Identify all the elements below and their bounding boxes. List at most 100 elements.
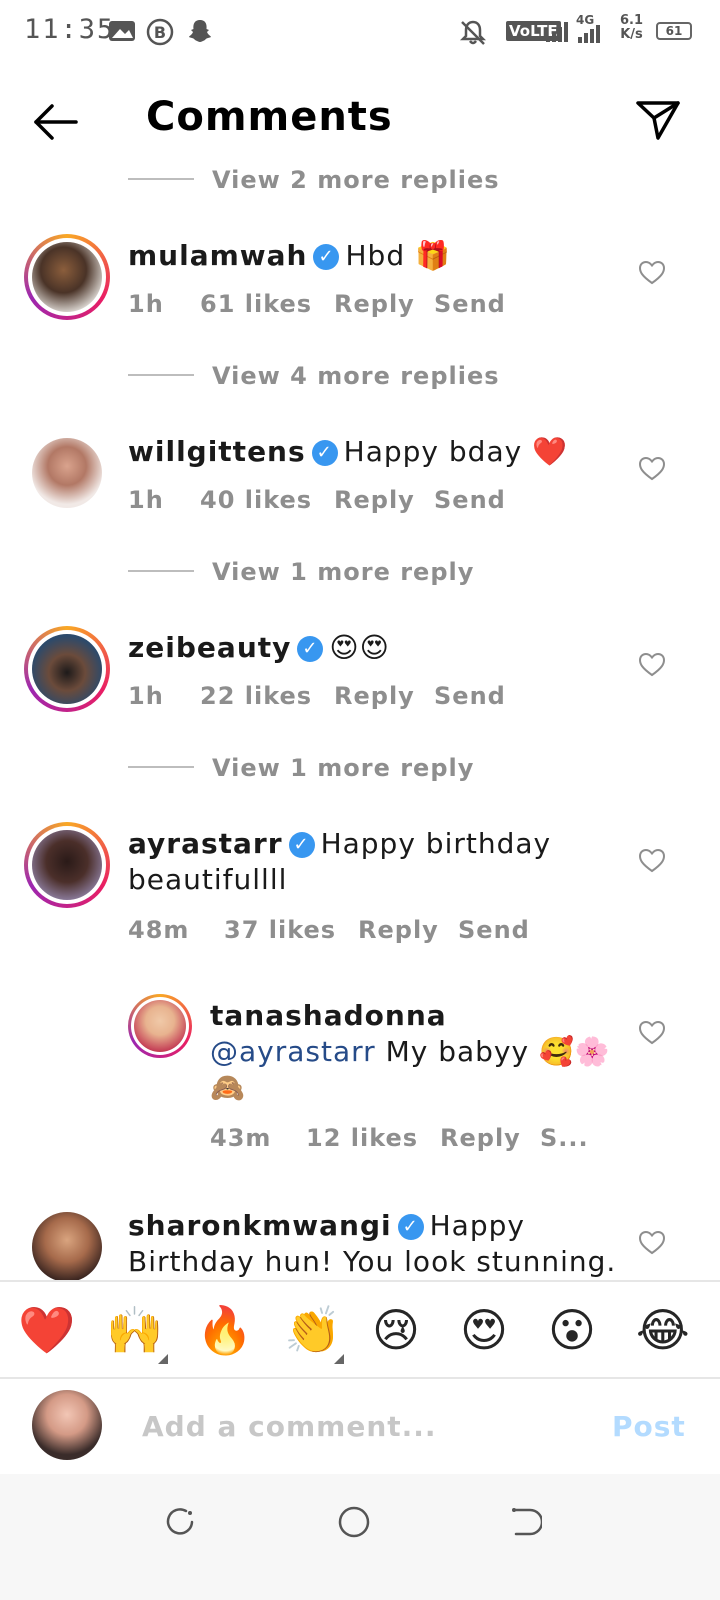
svg-text:B: B (154, 23, 166, 42)
like-heart-icon[interactable] (638, 456, 666, 482)
add-comment-input[interactable]: Add a comment... (142, 1410, 437, 1443)
verified-badge-icon: ✓ (397, 1214, 424, 1240)
gallery-notification-icon (109, 21, 135, 41)
reply-button[interactable]: Reply (334, 290, 415, 318)
reply-button[interactable]: Reply (440, 1124, 521, 1152)
data-speed-unit: K/s (620, 27, 643, 42)
send-button[interactable]: Send (458, 916, 530, 944)
replies-divider (128, 178, 194, 180)
view-replies-link[interactable]: View 1 more reply (212, 558, 474, 586)
comment-text-line1: My babyy 🥰🌸 (385, 1035, 611, 1068)
comment-text-line2: Birthday hun! You look stunning. (128, 1245, 617, 1278)
back-nav-icon[interactable] (508, 1506, 542, 1538)
emoji-heart-eyes-button[interactable]: 😍 (460, 1302, 508, 1358)
comment-time: 1h (128, 290, 164, 318)
avatar[interactable] (134, 1000, 186, 1052)
reply-button[interactable]: Reply (334, 486, 415, 514)
story-ring[interactable] (128, 994, 192, 1058)
comment-likes[interactable]: 12 likes (306, 1124, 418, 1152)
verified-badge-icon: ✓ (313, 244, 340, 270)
like-heart-icon[interactable] (638, 1020, 666, 1046)
reply-button[interactable]: Reply (358, 916, 439, 944)
view-replies-link[interactable]: View 1 more reply (212, 754, 474, 782)
story-ring[interactable] (24, 626, 110, 712)
like-heart-icon[interactable] (638, 260, 666, 286)
view-replies-link[interactable]: View 2 more replies (212, 166, 500, 194)
verified-badge-icon: ✓ (288, 832, 315, 858)
like-heart-icon[interactable] (638, 652, 666, 678)
comment-time: 1h (128, 486, 164, 514)
avatar[interactable] (32, 1212, 102, 1282)
snapchat-icon (189, 20, 211, 42)
avatar[interactable] (32, 438, 102, 508)
current-user-avatar (32, 1390, 102, 1460)
like-heart-icon[interactable] (638, 848, 666, 874)
verified-badge-icon: ✓ (297, 636, 324, 662)
mute-bell-icon (459, 20, 487, 45)
avatar[interactable] (32, 242, 102, 312)
send-button[interactable]: Send (434, 682, 506, 710)
post-button[interactable]: Post (612, 1410, 686, 1443)
page-title: Comments (146, 94, 393, 140)
comment-username[interactable]: ayrastarr (128, 827, 283, 860)
comment-body: zeibeauty ✓ 😍😍 (128, 630, 390, 666)
skin-tone-indicator-icon (334, 1354, 344, 1364)
send-button[interactable]: Send (434, 290, 506, 318)
comment-body: tanashadonna @ayrastarr My babyy 🥰🌸 🙈 (210, 998, 611, 1106)
avatar[interactable] (32, 634, 102, 704)
comment-username[interactable]: willgittens (128, 435, 306, 468)
data-speed: 6.1 K/s (620, 14, 643, 42)
view-replies-link[interactable]: View 4 more replies (212, 362, 500, 390)
comment-username[interactable]: mulamwah (128, 239, 307, 272)
comment-likes[interactable]: 61 likes (200, 290, 312, 318)
comment-username[interactable]: zeibeauty (128, 631, 291, 664)
comment-body: sharonkmwangi ✓ Happy Birthday hun! You lo… (128, 1208, 616, 1280)
emoji-raised-hands-button[interactable]: 🙌 (106, 1302, 163, 1358)
quick-emoji-bar: ❤️ 🙌 🔥 👏 😢 😍 😮 😂 (0, 1280, 720, 1379)
data-speed-value: 6.1 (620, 13, 644, 28)
emoji-heart-button[interactable]: ❤️ (18, 1302, 75, 1358)
status-bar: 11:35 B VoLTE 4G 6.1 K/s 61 (0, 0, 720, 62)
comment-username[interactable]: sharonkmwangi (128, 1209, 392, 1242)
avatar[interactable] (32, 830, 102, 900)
system-nav-bar (0, 1474, 720, 1600)
verified-badge-icon: ✓ (311, 440, 338, 466)
skin-tone-indicator-icon (158, 1354, 168, 1364)
comment-likes[interactable]: 22 likes (200, 682, 312, 710)
comment-likes[interactable]: 37 likes (224, 916, 336, 944)
back-arrow-icon[interactable] (30, 102, 82, 142)
battery-icon: 61 (656, 22, 692, 40)
comment-username[interactable]: tanashadonna (210, 999, 447, 1032)
replies-divider (128, 766, 194, 768)
emoji-fire-button[interactable]: 🔥 (196, 1302, 253, 1358)
emoji-clap-button[interactable]: 👏 (284, 1302, 341, 1358)
comment-time: 1h (128, 682, 164, 710)
status-time: 11:35 (24, 14, 116, 45)
emoji-laughing-button[interactable]: 😂 (636, 1302, 690, 1358)
comment-text-line2: 🙈 (210, 1071, 246, 1104)
comment-time: 48m (128, 916, 190, 944)
signal-bars-1-icon (546, 22, 568, 42)
comment-body: mulamwah ✓ Hbd 🎁 (128, 238, 451, 274)
comment-text-line2: beautifullll (128, 863, 288, 896)
comment-time: 43m (210, 1124, 272, 1152)
comment-likes[interactable]: 40 likes (200, 486, 312, 514)
replies-divider (128, 570, 194, 572)
comment-text: 😍😍 (329, 631, 390, 664)
like-heart-icon[interactable] (638, 1230, 666, 1256)
direct-message-icon[interactable] (634, 98, 682, 142)
emoji-surprised-button[interactable]: 😮 (548, 1302, 596, 1358)
comment-body: willgittens ✓ Happy bday ❤️ (128, 434, 568, 470)
story-ring[interactable] (24, 234, 110, 320)
send-button[interactable]: Send (434, 486, 506, 514)
comment-text-line1: Happy (429, 1209, 525, 1242)
recent-apps-icon[interactable] (164, 1506, 196, 1538)
reply-button[interactable]: Reply (334, 682, 415, 710)
send-button[interactable]: S... (540, 1124, 589, 1152)
story-ring[interactable] (24, 822, 110, 908)
home-icon[interactable] (336, 1504, 372, 1540)
mention-link[interactable]: @ayrastarr (210, 1035, 376, 1068)
emoji-crying-button[interactable]: 😢 (372, 1302, 420, 1358)
replies-divider (128, 374, 194, 376)
comment-text-line1: Happy birthday (320, 827, 552, 860)
